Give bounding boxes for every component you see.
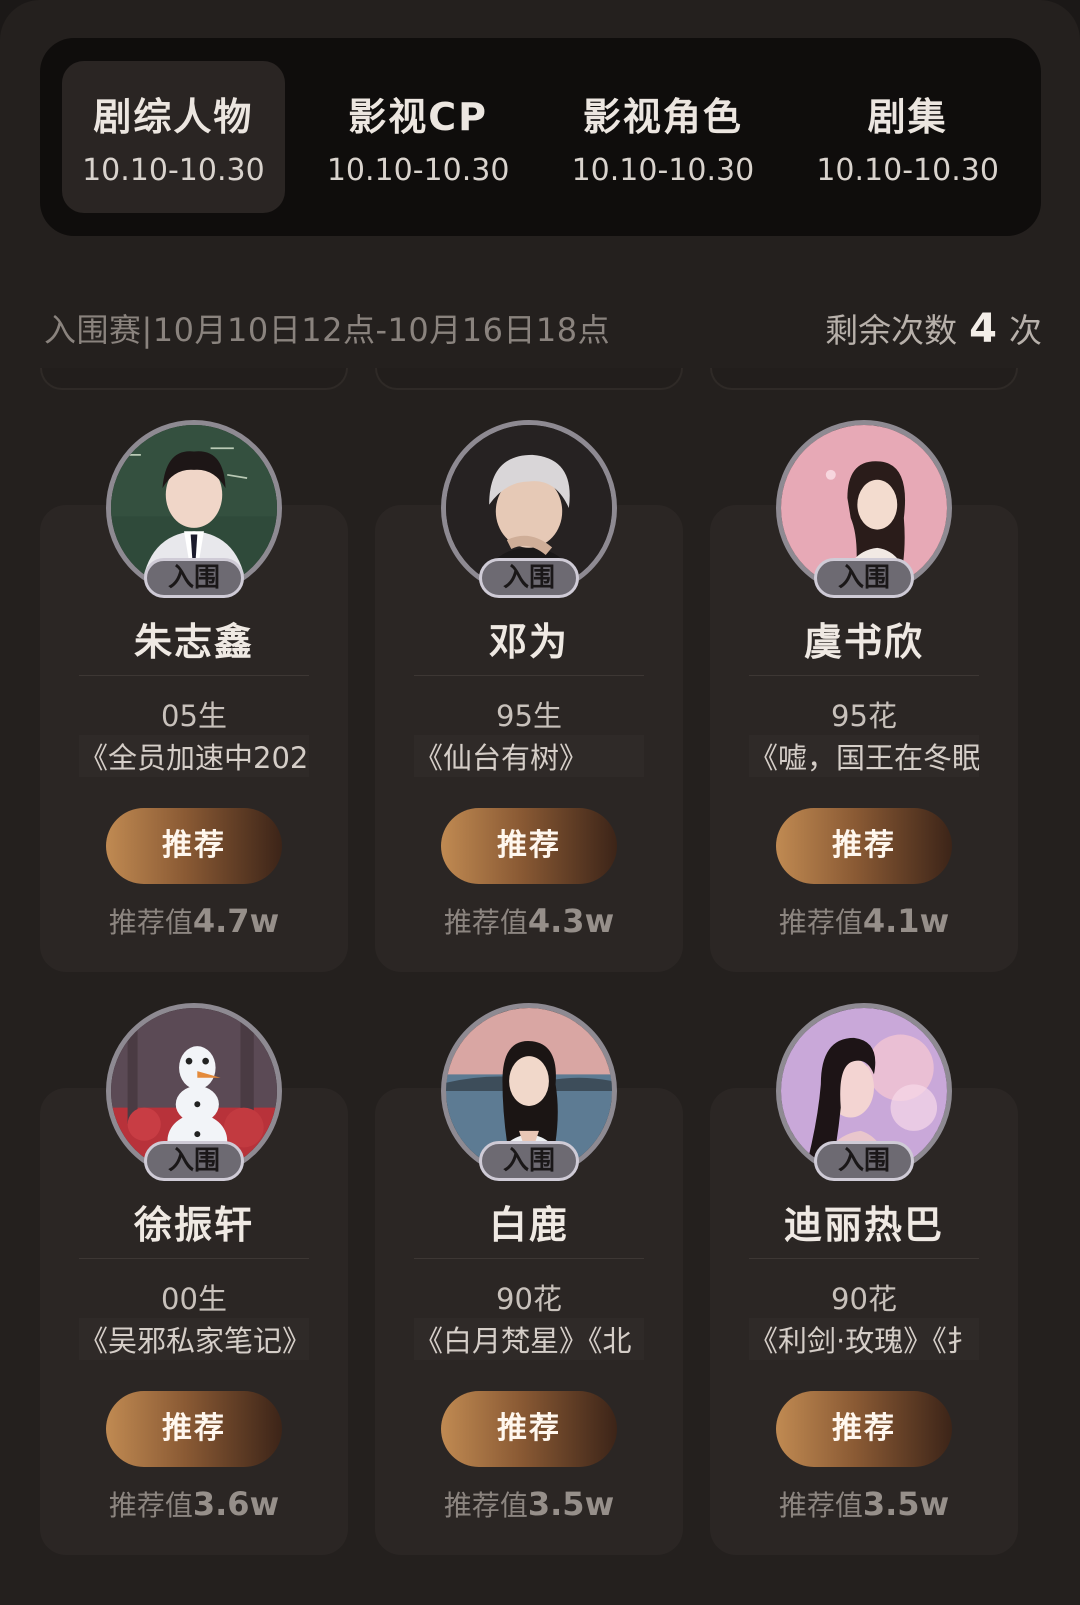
divider xyxy=(749,1258,979,1259)
recommend-score: 推荐值3.5w xyxy=(375,1484,683,1524)
remaining-votes: 剩余次数 4 次 xyxy=(825,304,1042,352)
candidate-name: 朱志鑫 xyxy=(133,620,254,664)
tab-name: 影视角色 xyxy=(582,95,743,139)
candidate-tag: 05生 xyxy=(161,699,227,733)
candidate-works: 《吴邪私家笔记》 xyxy=(79,1318,309,1360)
candidate-tag: 90花 xyxy=(496,1282,562,1316)
score-label: 推荐值 xyxy=(443,1489,528,1522)
candidate-name: 徐振轩 xyxy=(133,1203,254,1247)
candidate-name: 虞书欣 xyxy=(803,620,924,664)
tab-name: 剧综人物 xyxy=(93,95,254,139)
round-info-bar: 入围赛|10月10日12点-10月16日18点 剩余次数 4 次 xyxy=(44,298,1042,358)
divider xyxy=(414,1258,644,1259)
candidate-works: 《白月梵星》《北 xyxy=(414,1318,644,1360)
score-value: 3.6w xyxy=(192,1485,280,1523)
recommend-button[interactable]: 推荐 xyxy=(441,808,617,884)
previous-card-edge xyxy=(40,368,348,390)
recommend-score: 推荐值3.5w xyxy=(710,1484,1018,1524)
candidate-tag: 90花 xyxy=(831,1282,897,1316)
tab-series[interactable]: 剧集 10.10-10.30 xyxy=(796,61,1019,213)
candidate-tag: 00生 xyxy=(161,1282,227,1316)
shortlisted-badge: 入围 xyxy=(479,558,579,598)
recommend-button[interactable]: 推荐 xyxy=(776,1391,952,1467)
score-label: 推荐值 xyxy=(108,1489,193,1522)
candidate-tag: 95花 xyxy=(831,699,897,733)
previous-card-edge xyxy=(710,368,1018,390)
tab-date: 10.10-10.30 xyxy=(326,153,510,188)
recommend-score: 推荐值4.7w xyxy=(40,901,348,941)
remaining-count: 4 xyxy=(969,306,997,352)
shortlisted-badge: 入围 xyxy=(814,1141,914,1181)
shortlisted-badge: 入围 xyxy=(814,558,914,598)
score-value: 4.1w xyxy=(862,902,950,940)
tab-name: 影视CP xyxy=(348,95,488,139)
shortlisted-badge: 入围 xyxy=(479,1141,579,1181)
divider xyxy=(414,675,644,676)
remaining-unit: 次 xyxy=(1009,311,1042,350)
recommend-button[interactable]: 推荐 xyxy=(106,1391,282,1467)
previous-card-edge xyxy=(375,368,683,390)
candidate-works: 《嘘，国王在冬眠 xyxy=(749,735,979,777)
recommend-button[interactable]: 推荐 xyxy=(106,808,282,884)
score-label: 推荐值 xyxy=(778,906,863,939)
score-value: 4.7w xyxy=(192,902,280,940)
score-label: 推荐值 xyxy=(778,1489,863,1522)
score-value: 4.3w xyxy=(527,902,615,940)
tab-drama-people[interactable]: 剧综人物 10.10-10.30 xyxy=(62,61,285,213)
remaining-label: 剩余次数 xyxy=(825,311,958,350)
tab-film-cp[interactable]: 影视CP 10.10-10.30 xyxy=(307,61,530,213)
candidate-name: 迪丽热巴 xyxy=(783,1203,944,1247)
score-label: 推荐值 xyxy=(443,906,528,939)
ranking-panel: 剧综人物 10.10-10.30 影视CP 10.10-10.30 影视角色 1… xyxy=(0,0,1080,1605)
shortlisted-badge: 入围 xyxy=(144,1141,244,1181)
recommend-button[interactable]: 推荐 xyxy=(776,808,952,884)
tab-film-role[interactable]: 影视角色 10.10-10.30 xyxy=(552,61,775,213)
recommend-score: 推荐值3.6w xyxy=(40,1484,348,1524)
candidate-works: 《仙台有树》 xyxy=(414,735,644,777)
divider xyxy=(749,675,979,676)
tab-name: 剧集 xyxy=(867,95,948,139)
candidate-works: 《全员加速中2025 xyxy=(79,735,309,777)
score-value: 3.5w xyxy=(527,1485,615,1523)
candidate-tag: 95生 xyxy=(496,699,562,733)
recommend-score: 推荐值4.3w xyxy=(375,901,683,941)
candidate-name: 邓为 xyxy=(488,620,569,664)
shortlisted-badge: 入围 xyxy=(144,558,244,598)
score-value: 3.5w xyxy=(862,1485,950,1523)
round-schedule: 入围赛|10月10日12点-10月16日18点 xyxy=(44,311,611,349)
divider xyxy=(79,1258,309,1259)
recommend-score: 推荐值4.1w xyxy=(710,901,1018,941)
tab-date: 10.10-10.30 xyxy=(816,153,999,188)
tab-date: 10.10-10.30 xyxy=(571,153,755,188)
divider xyxy=(79,675,309,676)
score-label: 推荐值 xyxy=(108,906,193,939)
candidate-name: 白鹿 xyxy=(488,1203,569,1247)
category-tabs: 剧综人物 10.10-10.30 影视CP 10.10-10.30 影视角色 1… xyxy=(40,38,1041,236)
candidate-works: 《利剑·玫瑰》《扌 xyxy=(749,1318,979,1360)
recommend-button[interactable]: 推荐 xyxy=(441,1391,617,1467)
tab-date: 10.10-10.30 xyxy=(82,153,265,188)
